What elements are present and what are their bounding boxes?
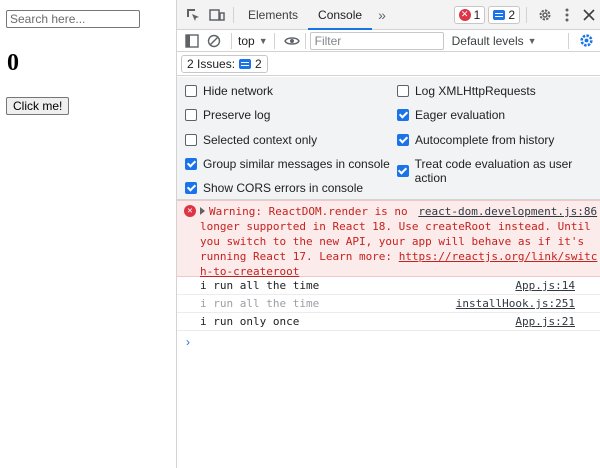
log-text: i run all the time [200,279,320,292]
live-expression-eye-icon[interactable] [281,30,303,52]
context-selector[interactable]: top ▼ [238,34,268,48]
message-icon [493,9,506,20]
setting-preserve-log[interactable]: Preserve log [185,108,270,122]
message-count: 2 [508,7,515,22]
issues-button[interactable]: 2 Issues: 2 [181,55,268,73]
log-levels-label: Default levels [451,33,524,48]
error-icon: ✕ [184,205,196,217]
checkbox-checked[interactable] [185,158,197,170]
setting-show-cors-errors[interactable]: Show CORS errors in console [185,181,363,195]
tab-console[interactable]: Console [308,0,373,30]
setting-label: Group similar messages in console [203,157,390,171]
tab-elements[interactable]: Elements [238,0,308,30]
divider [568,32,569,49]
context-value: top [238,33,255,48]
chevron-down-icon: ▼ [258,35,268,46]
settings-gear-icon[interactable] [533,0,557,30]
setting-label: Treat code evaluation as user action [414,157,573,185]
checkbox-checked[interactable] [397,109,409,121]
log-levels-dropdown[interactable]: Default levels ▼ [452,34,537,48]
log-source-link[interactable]: App.js:14 [515,279,575,292]
issues-label: 2 Issues: [187,57,236,71]
more-options-icon[interactable] [557,0,577,30]
console-settings-pane: Hide network Log XMLHttpRequests Preserv… [177,77,600,200]
checkbox-checked[interactable] [185,182,197,194]
error-count: 1 [473,7,481,22]
setting-label: Selected context only [203,133,318,147]
warning-text-first: Warning: ReactDOM.render is no [209,205,408,218]
log-source-link[interactable]: App.js:21 [515,315,575,328]
console-settings-gear-icon[interactable] [575,30,597,52]
filter-input[interactable] [309,31,444,50]
warning-text: Warning: ReactDOM.render is no react-dom… [200,204,600,279]
divider [526,6,527,23]
setting-label: Eager evaluation [415,108,506,122]
device-toolbar-icon[interactable] [205,0,229,30]
inspect-element-icon[interactable] [181,0,205,30]
chevron-down-icon: ▼ [527,35,537,46]
setting-label: Log XMLHttpRequests [415,84,536,98]
setting-label: Show CORS errors in console [203,181,364,195]
log-line: i run all the time App.js:14 [177,277,600,295]
counter-value: 0 [7,50,19,76]
setting-log-xmlhttprequests[interactable]: Log XMLHttpRequests [397,84,536,98]
setting-label: Preserve log [203,108,271,122]
checkbox-checked[interactable] [397,165,409,177]
divider [304,32,306,49]
log-text: i run all the time [200,297,320,310]
console-prompt-caret[interactable]: › [186,335,190,349]
message-count-badge[interactable]: 2 [488,5,520,24]
log-line: i run only once App.js:21 [177,313,600,331]
error-count-badge[interactable]: ✕ 1 [453,5,486,24]
checkbox[interactable] [185,109,197,121]
devtools-panel: Elements Console » ✕ 1 2 top ▼ Filter De… [176,0,600,468]
issues-message-icon [239,59,252,69]
more-tabs-icon[interactable]: » [372,0,392,30]
console-messages: ✕ Warning: ReactDOM.render is no react-d… [177,200,600,468]
setting-hide-network[interactable]: Hide network [185,84,273,98]
log-line-dim: i run all the time installHook.js:251 [177,295,600,313]
close-icon[interactable] [577,0,600,30]
warning-message: ✕ Warning: ReactDOM.render is no react-d… [177,200,600,279]
divider [233,6,234,23]
divider [273,32,275,49]
clear-console-icon[interactable] [203,30,225,52]
sidebar-toggle-icon[interactable] [181,30,203,52]
checkbox[interactable] [397,85,409,97]
setting-autocomplete-from-history[interactable]: Autocomplete from history [397,133,554,147]
setting-label: Hide network [203,84,274,98]
app-page: 0 Click me! [0,0,176,468]
setting-group-similar-messages[interactable]: Group similar messages in console [185,157,390,171]
setting-label: Autocomplete from history [415,133,555,147]
checkbox-checked[interactable] [397,134,409,146]
console-toolbar: top ▼ Default levels ▼ [177,30,600,52]
setting-selected-context-only[interactable]: Selected context only [185,133,317,147]
issues-bar: 2 Issues: 2 [177,53,600,76]
checkbox[interactable] [185,134,197,146]
warning-source-link[interactable]: react-dom.development.js:86 [418,205,597,218]
search-input[interactable] [6,10,140,28]
log-text: i run only once [200,315,300,328]
divider [231,32,232,49]
expand-triangle-icon[interactable] [200,207,205,215]
click-me-button[interactable]: Click me! [6,97,70,115]
issues-count: 2 [255,57,262,71]
setting-eager-evaluation[interactable]: Eager evaluation [397,108,505,122]
setting-treat-code-evaluation[interactable]: Treat code evaluation as user action [397,157,600,185]
error-icon: ✕ [458,8,471,21]
log-source-link[interactable]: installHook.js:251 [456,297,575,310]
checkbox[interactable] [185,85,197,97]
devtools-tabbar: Elements Console » ✕ 1 2 [177,0,600,30]
